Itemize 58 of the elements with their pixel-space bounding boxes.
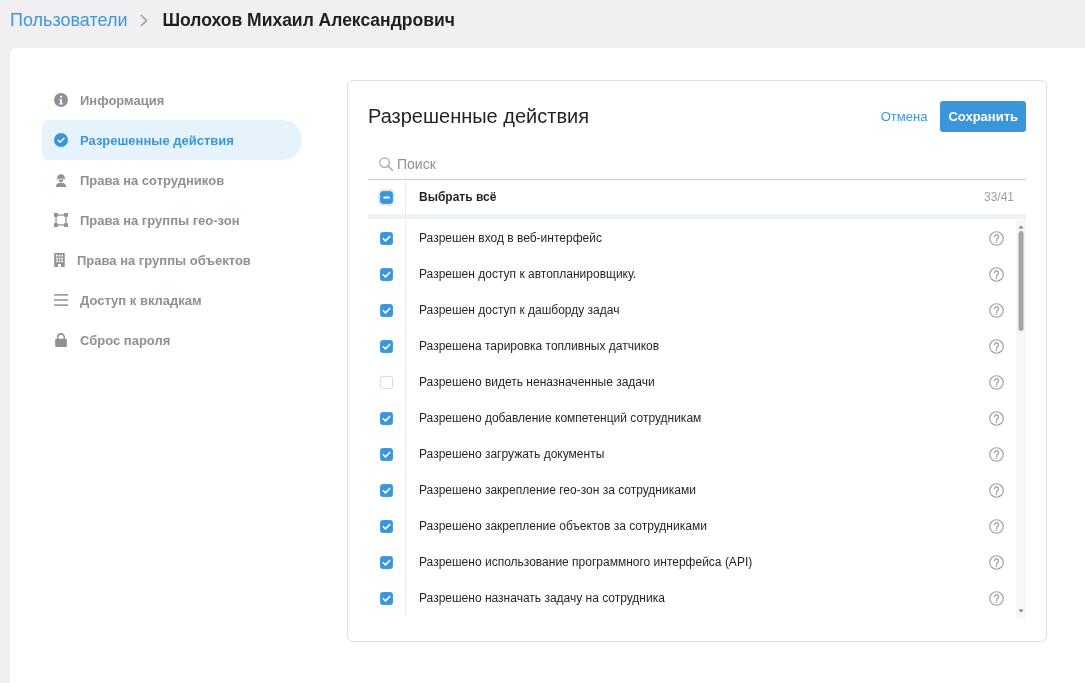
help-icon[interactable] — [989, 554, 1004, 570]
sidebar-item[interactable]: Информация — [42, 80, 302, 120]
page-title: Шолохов Михаил Александрович — [162, 9, 455, 32]
chevron-icon — [140, 14, 149, 27]
help-icon[interactable] — [989, 482, 1004, 498]
scrollbar[interactable] — [1016, 219, 1026, 619]
permission-label: Разрешено загружать документы — [418, 447, 605, 461]
permission-checkbox[interactable] — [380, 267, 393, 281]
sidebar-item[interactable]: Разрешенные действия — [42, 120, 302, 160]
permission-checkbox[interactable] — [380, 303, 393, 317]
permission-checkbox[interactable] — [380, 411, 393, 425]
selected-count: 33/41 — [983, 190, 1015, 204]
worker-icon — [54, 173, 68, 187]
check-circle-icon — [54, 133, 68, 147]
menu-icon — [54, 293, 68, 307]
search-icon — [379, 157, 393, 171]
square-corners-icon — [54, 213, 68, 227]
sidebar-item[interactable]: Права на сотрудников — [42, 160, 302, 200]
help-icon[interactable] — [989, 446, 1004, 462]
select-all-label: Выбрать всё — [418, 190, 497, 204]
help-icon[interactable] — [989, 338, 1004, 354]
permission-label: Разрешено использование программного интерфейса (API) — [418, 555, 753, 569]
permission-label: Разрешено добавление компетенций сотрудникам — [418, 411, 702, 425]
save-button[interactable]: Сохранить — [940, 101, 1026, 132]
info-icon — [54, 93, 68, 107]
help-icon[interactable] — [989, 374, 1004, 390]
permission-checkbox[interactable] — [380, 555, 393, 569]
permission-checkbox[interactable] — [380, 447, 393, 461]
lock-icon — [54, 333, 68, 347]
help-icon[interactable] — [989, 590, 1004, 606]
select-all-checkbox[interactable] — [380, 190, 393, 204]
help-icon[interactable] — [989, 410, 1004, 426]
permission-label: Разрешено закрепление гео-зон за сотрудниками — [418, 483, 696, 497]
permission-checkbox[interactable] — [380, 591, 393, 605]
cancel-button[interactable]: Отмена — [880, 109, 928, 124]
panel-title: Разрешенные действия — [368, 105, 591, 128]
permission-label: Разрешена тарировка топливных датчиков — [418, 339, 660, 353]
help-icon[interactable] — [989, 266, 1004, 282]
permission-label: Разрешен доступ к автопланировщику. — [418, 267, 637, 281]
help-icon[interactable] — [989, 302, 1004, 318]
permission-label: Разрешен доступ к дашборду задач — [418, 303, 620, 317]
permission-checkbox[interactable] — [380, 339, 393, 353]
permission-label: Разрешено видеть неназначенные задачи — [418, 375, 655, 389]
building-icon — [54, 253, 65, 267]
permission-checkbox[interactable] — [380, 483, 393, 497]
permission-label: Разрешено назначать задачу на сотрудника — [418, 591, 665, 605]
permission-label: Разрешено закрепление объектов за сотрудниками — [418, 519, 707, 533]
sidebar-item[interactable]: Права на группы объектов — [42, 240, 302, 280]
permission-label: Разрешен вход в веб-интерфейс — [418, 231, 602, 245]
sidebar-item[interactable]: Доступ к вкладкам — [42, 280, 302, 320]
sidebar-item[interactable]: Права на группы гео-зон — [42, 200, 302, 240]
permission-checkbox[interactable] — [380, 231, 393, 245]
help-icon[interactable] — [989, 230, 1004, 246]
help-icon[interactable] — [989, 518, 1004, 534]
sidebar-item[interactable]: Сброс пароля — [42, 320, 302, 360]
breadcrumb-link[interactable]: Пользователи — [10, 8, 128, 32]
permission-checkbox[interactable] — [380, 519, 393, 533]
search-field[interactable]: Поиск — [368, 148, 1026, 180]
